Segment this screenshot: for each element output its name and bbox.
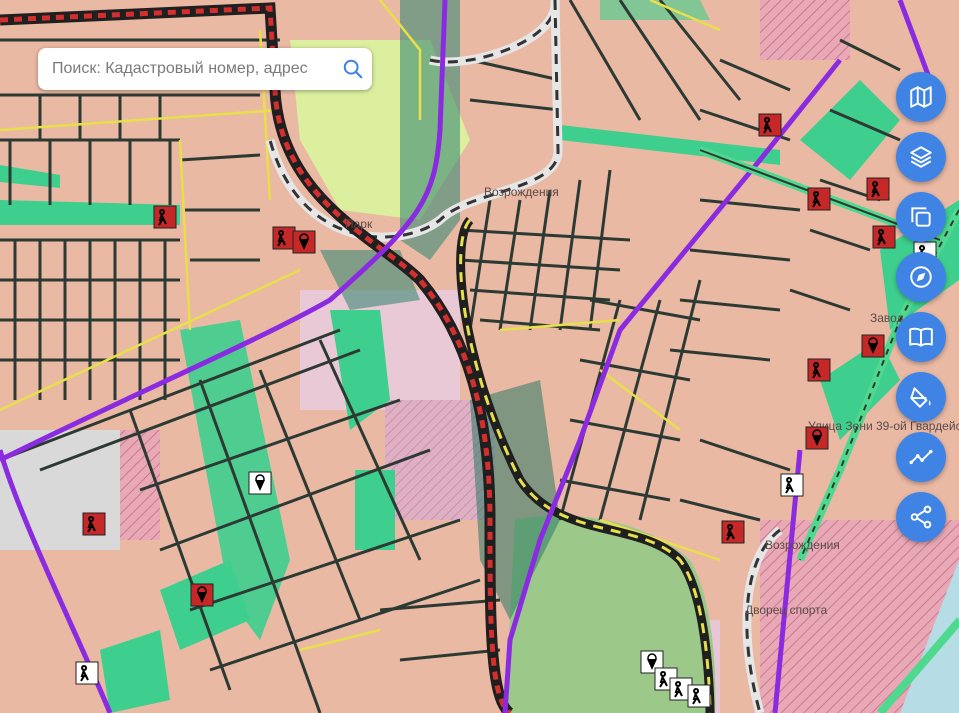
map-label-dvorets-sporta: Дворец спорта [745, 603, 828, 617]
pedestrian-white-icon[interactable] [75, 661, 99, 685]
copy-icon [911, 207, 931, 227]
pedestrian-red-icon[interactable] [721, 520, 745, 544]
book-button[interactable] [896, 312, 946, 362]
pedestrian-white-icon[interactable] [780, 473, 804, 497]
copy-button[interactable] [896, 192, 946, 242]
share-icon [910, 505, 932, 529]
navigate-icon [910, 266, 932, 288]
ice-cream-red-icon[interactable] [190, 583, 214, 607]
ice-cream-red-icon[interactable] [861, 334, 885, 358]
chart-line-icon [909, 449, 933, 465]
fill-button[interactable] [896, 372, 946, 422]
map-toolbar [896, 72, 946, 552]
layers-button[interactable] [896, 132, 946, 182]
ice-cream-red-icon[interactable] [292, 230, 316, 254]
map-button[interactable] [896, 72, 946, 122]
map-label-vozrozhdenia-2: Возрождения [765, 538, 840, 552]
pedestrian-red-icon[interactable] [272, 226, 296, 250]
chart-button[interactable] [896, 432, 946, 482]
layers-icon [910, 146, 932, 168]
map-canvas[interactable]: Возрождения Парк Завод Улица Зени 39-ой … [0, 0, 959, 713]
pedestrian-red-icon[interactable] [82, 512, 106, 536]
map-icon [910, 86, 932, 108]
search-box [38, 48, 372, 90]
map-label-park: Парк [345, 217, 373, 231]
search-input[interactable] [50, 59, 342, 79]
ice-cream-white-icon[interactable] [248, 471, 272, 495]
paint-bucket-icon [910, 387, 931, 408]
pedestrian-red-icon[interactable] [758, 113, 782, 137]
pedestrian-red-icon[interactable] [153, 205, 177, 229]
pedestrian-red-icon[interactable] [807, 358, 831, 382]
pedestrian-red-icon[interactable] [866, 177, 890, 201]
map-label-vozrozhdenia: Возрождения [484, 185, 559, 199]
share-button[interactable] [896, 492, 946, 542]
pedestrian-white-icon[interactable] [687, 684, 711, 708]
navigate-button[interactable] [896, 252, 946, 302]
search-icon[interactable] [342, 58, 364, 80]
book-icon [909, 327, 933, 347]
pedestrian-red-icon[interactable] [807, 187, 831, 211]
pedestrian-red-icon[interactable] [872, 225, 896, 249]
ice-cream-red-icon[interactable] [805, 426, 829, 450]
